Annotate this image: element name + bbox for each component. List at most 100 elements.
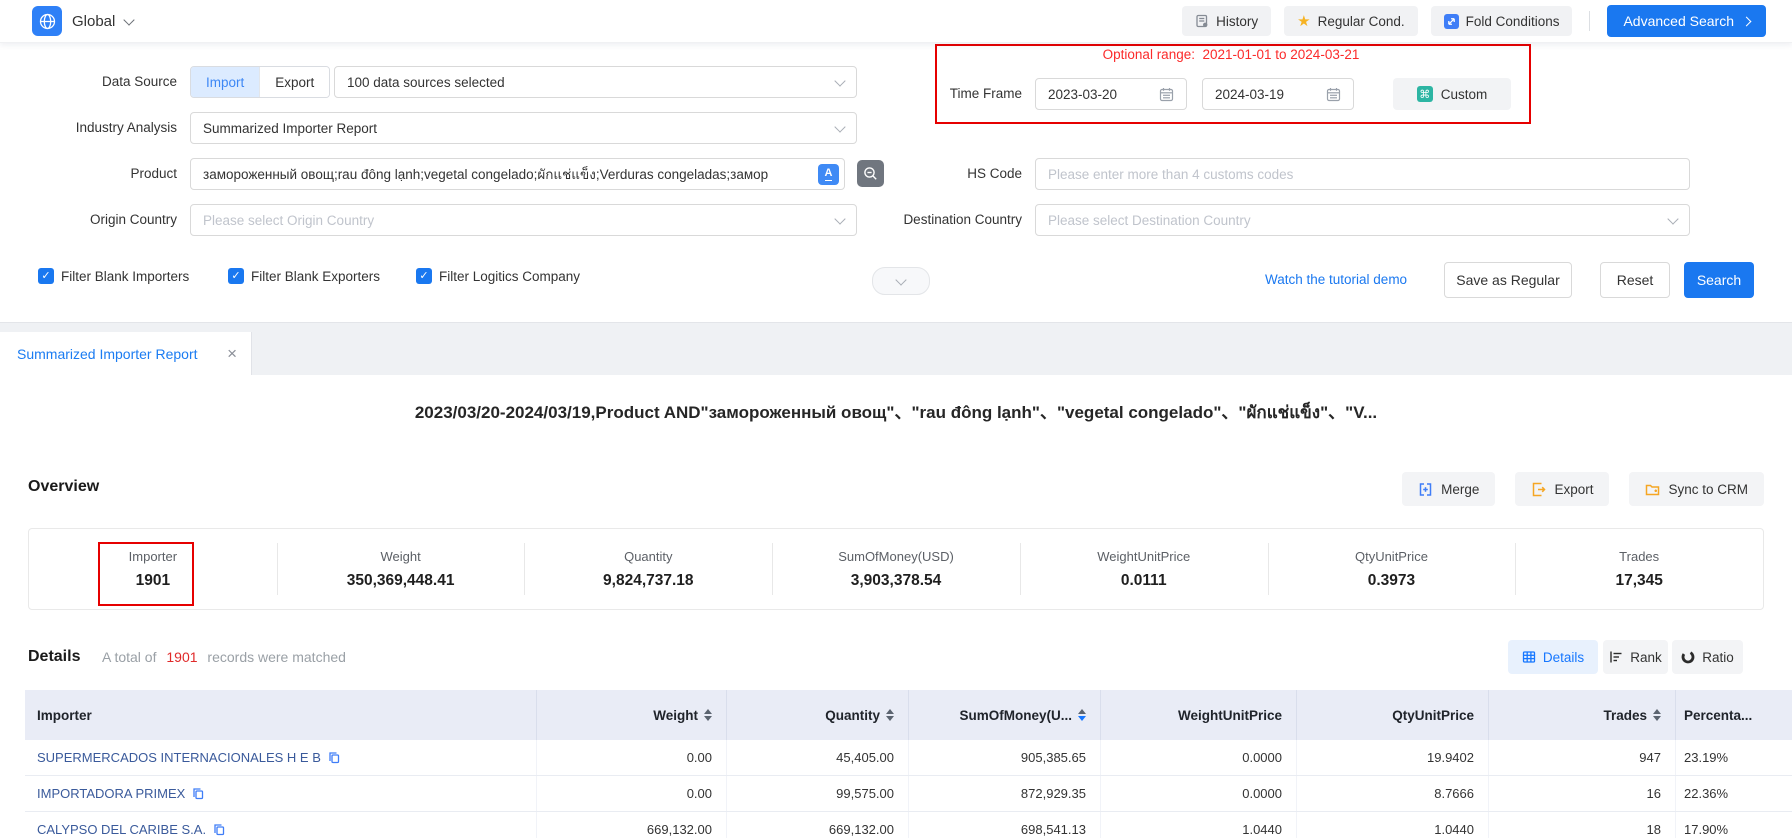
weight-cell: 0.00: [537, 740, 727, 775]
overview-actions: Merge Export Sync to CRM: [1402, 472, 1764, 506]
time-frame-label: Time Frame: [872, 78, 1022, 110]
filter-blank-importers-checkbox[interactable]: ✓ Filter Blank Importers: [38, 268, 189, 284]
start-date-value: 2023-03-20: [1048, 87, 1117, 102]
top-actions: History ★ Regular Cond. Fold Conditions …: [1182, 0, 1766, 42]
details-heading: Details: [28, 640, 80, 674]
importer-name-link[interactable]: CALYPSO DEL CARIBE S.A.: [37, 822, 206, 837]
fold-conditions-button[interactable]: Fold Conditions: [1431, 6, 1573, 36]
view-details-label: Details: [1543, 650, 1584, 665]
translate-icon[interactable]: A: [818, 164, 839, 185]
fold-conditions-label: Fold Conditions: [1466, 14, 1560, 29]
table-row[interactable]: IMPORTADORA PRIMEX 0.00 99,575.00 872,92…: [25, 776, 1792, 812]
stat-label: QtyUnitPrice: [1355, 549, 1428, 564]
stat-value: 350,369,448.41: [347, 572, 455, 590]
table-grid-icon: [1522, 650, 1536, 664]
chevron-right-icon: [1742, 16, 1752, 26]
origin-country-select[interactable]: Please select Origin Country: [190, 204, 857, 236]
column-header-quantity[interactable]: Quantity: [727, 690, 909, 740]
export-button[interactable]: Export: [1515, 472, 1609, 506]
fold-conditions-icon: [1444, 14, 1459, 29]
sort-icon[interactable]: [1653, 709, 1661, 721]
trades-cell: 18: [1489, 812, 1676, 838]
calendar-icon: [1159, 87, 1174, 102]
records-matched-summary: A total of 1901 records were matched: [102, 640, 346, 674]
total-prefix: A total of: [102, 649, 156, 665]
custom-timeframe-button[interactable]: ⌘ Custom: [1393, 78, 1511, 110]
checkbox-checked-icon: ✓: [416, 268, 432, 284]
overview-stats-bar: Importer 1901 Weight 350,369,448.41 Quan…: [28, 528, 1764, 610]
tab-summarized-importer-report[interactable]: Summarized Importer Report ×: [0, 332, 252, 375]
import-option[interactable]: Import: [191, 67, 259, 97]
table-row[interactable]: CALYPSO DEL CARIBE S.A. 669,132.00 669,1…: [25, 812, 1792, 838]
filter-blank-exporters-label: Filter Blank Exporters: [251, 269, 380, 284]
toolbar-divider: [1589, 11, 1590, 31]
importer-cell: SUPERMERCADOS INTERNACIONALES H E B: [25, 740, 537, 775]
regular-cond-label: Regular Cond.: [1318, 14, 1405, 29]
regular-cond-button[interactable]: ★ Regular Cond.: [1284, 6, 1418, 36]
advanced-search-label: Advanced Search: [1623, 13, 1734, 29]
sync-to-crm-label: Sync to CRM: [1668, 482, 1748, 497]
search-button[interactable]: Search: [1684, 262, 1754, 298]
percentage-cell: 17.90%: [1676, 812, 1792, 838]
start-date-input[interactable]: 2023-03-20: [1035, 78, 1187, 110]
importer-name-link[interactable]: IMPORTADORA PRIMEX: [37, 786, 185, 801]
save-as-regular-button[interactable]: Save as Regular: [1444, 262, 1572, 298]
column-label: Weight: [653, 708, 698, 723]
filter-blank-exporters-checkbox[interactable]: ✓ Filter Blank Exporters: [228, 268, 380, 284]
data-source-label: Data Source: [27, 66, 177, 98]
table-header: Importer Weight Quantity SumOfMoney(U...…: [25, 690, 1792, 740]
total-count: 1901: [166, 649, 197, 665]
history-button[interactable]: History: [1182, 6, 1271, 36]
view-ratio-button[interactable]: Ratio: [1672, 640, 1743, 674]
column-label: Importer: [37, 708, 92, 723]
product-input[interactable]: замороженный овощ;rau đông lạnh;vegetal …: [190, 158, 845, 190]
tab-strip: Summarized Importer Report ×: [0, 322, 1792, 375]
stat-value: 0.0111: [1121, 572, 1167, 590]
qty-unit-price-cell: 19.9402: [1297, 740, 1489, 775]
destination-country-select[interactable]: Please select Destination Country: [1035, 204, 1690, 236]
column-header-sum-of-money[interactable]: SumOfMoney(U...: [909, 690, 1101, 740]
product-value: замороженный овощ;rau đông lạnh;vegetal …: [203, 163, 812, 185]
stat-label: WeightUnitPrice: [1097, 549, 1190, 564]
export-option[interactable]: Export: [259, 67, 329, 97]
export-label: Export: [1554, 482, 1593, 497]
end-date-input[interactable]: 2024-03-19: [1202, 78, 1354, 110]
stat-value: 1901: [136, 572, 170, 590]
region-selector[interactable]: Global: [72, 0, 133, 42]
industry-analysis-select[interactable]: Summarized Importer Report: [190, 112, 857, 144]
trades-cell: 16: [1489, 776, 1676, 811]
reset-button[interactable]: Reset: [1600, 262, 1670, 298]
sort-icon[interactable]: [886, 709, 894, 721]
column-header-percentage: Percenta...: [1676, 690, 1792, 740]
table-row[interactable]: SUPERMERCADOS INTERNACIONALES H E B 0.00…: [25, 740, 1792, 776]
overview-heading: Overview: [28, 478, 99, 496]
history-label: History: [1216, 14, 1258, 29]
collapse-conditions-button[interactable]: [872, 267, 930, 295]
sort-icon-active-desc[interactable]: [1078, 709, 1086, 721]
percentage-cell: 22.36%: [1676, 776, 1792, 811]
sum-of-money-cell: 905,385.65: [909, 740, 1101, 775]
data-sources-value: 100 data sources selected: [347, 75, 844, 90]
app-logo[interactable]: [32, 6, 62, 36]
column-header-trades[interactable]: Trades: [1489, 690, 1676, 740]
importer-cell: IMPORTADORA PRIMEX: [25, 776, 537, 811]
copy-icon[interactable]: [328, 751, 340, 764]
close-icon[interactable]: ×: [227, 345, 237, 362]
data-sources-select[interactable]: 100 data sources selected: [334, 66, 857, 98]
column-header-weight[interactable]: Weight: [537, 690, 727, 740]
copy-icon[interactable]: [192, 787, 204, 800]
view-rank-button[interactable]: Rank: [1603, 640, 1668, 674]
copy-icon[interactable]: [213, 823, 225, 836]
chevron-down-icon: [895, 274, 906, 285]
hs-code-input[interactable]: Please enter more than 4 customs codes: [1035, 158, 1690, 190]
filter-logitics-company-checkbox[interactable]: ✓ Filter Logitics Company: [416, 268, 580, 284]
tutorial-demo-link[interactable]: Watch the tutorial demo: [1265, 262, 1407, 298]
sort-icon[interactable]: [704, 709, 712, 721]
view-details-button[interactable]: Details: [1508, 640, 1598, 674]
custom-label: Custom: [1441, 87, 1488, 102]
sync-to-crm-button[interactable]: Sync to CRM: [1629, 472, 1764, 506]
merge-button[interactable]: Merge: [1402, 472, 1495, 506]
sum-of-money-cell: 698,541.13: [909, 812, 1101, 838]
advanced-search-button[interactable]: Advanced Search: [1607, 5, 1766, 37]
importer-name-link[interactable]: SUPERMERCADOS INTERNACIONALES H E B: [37, 750, 321, 765]
